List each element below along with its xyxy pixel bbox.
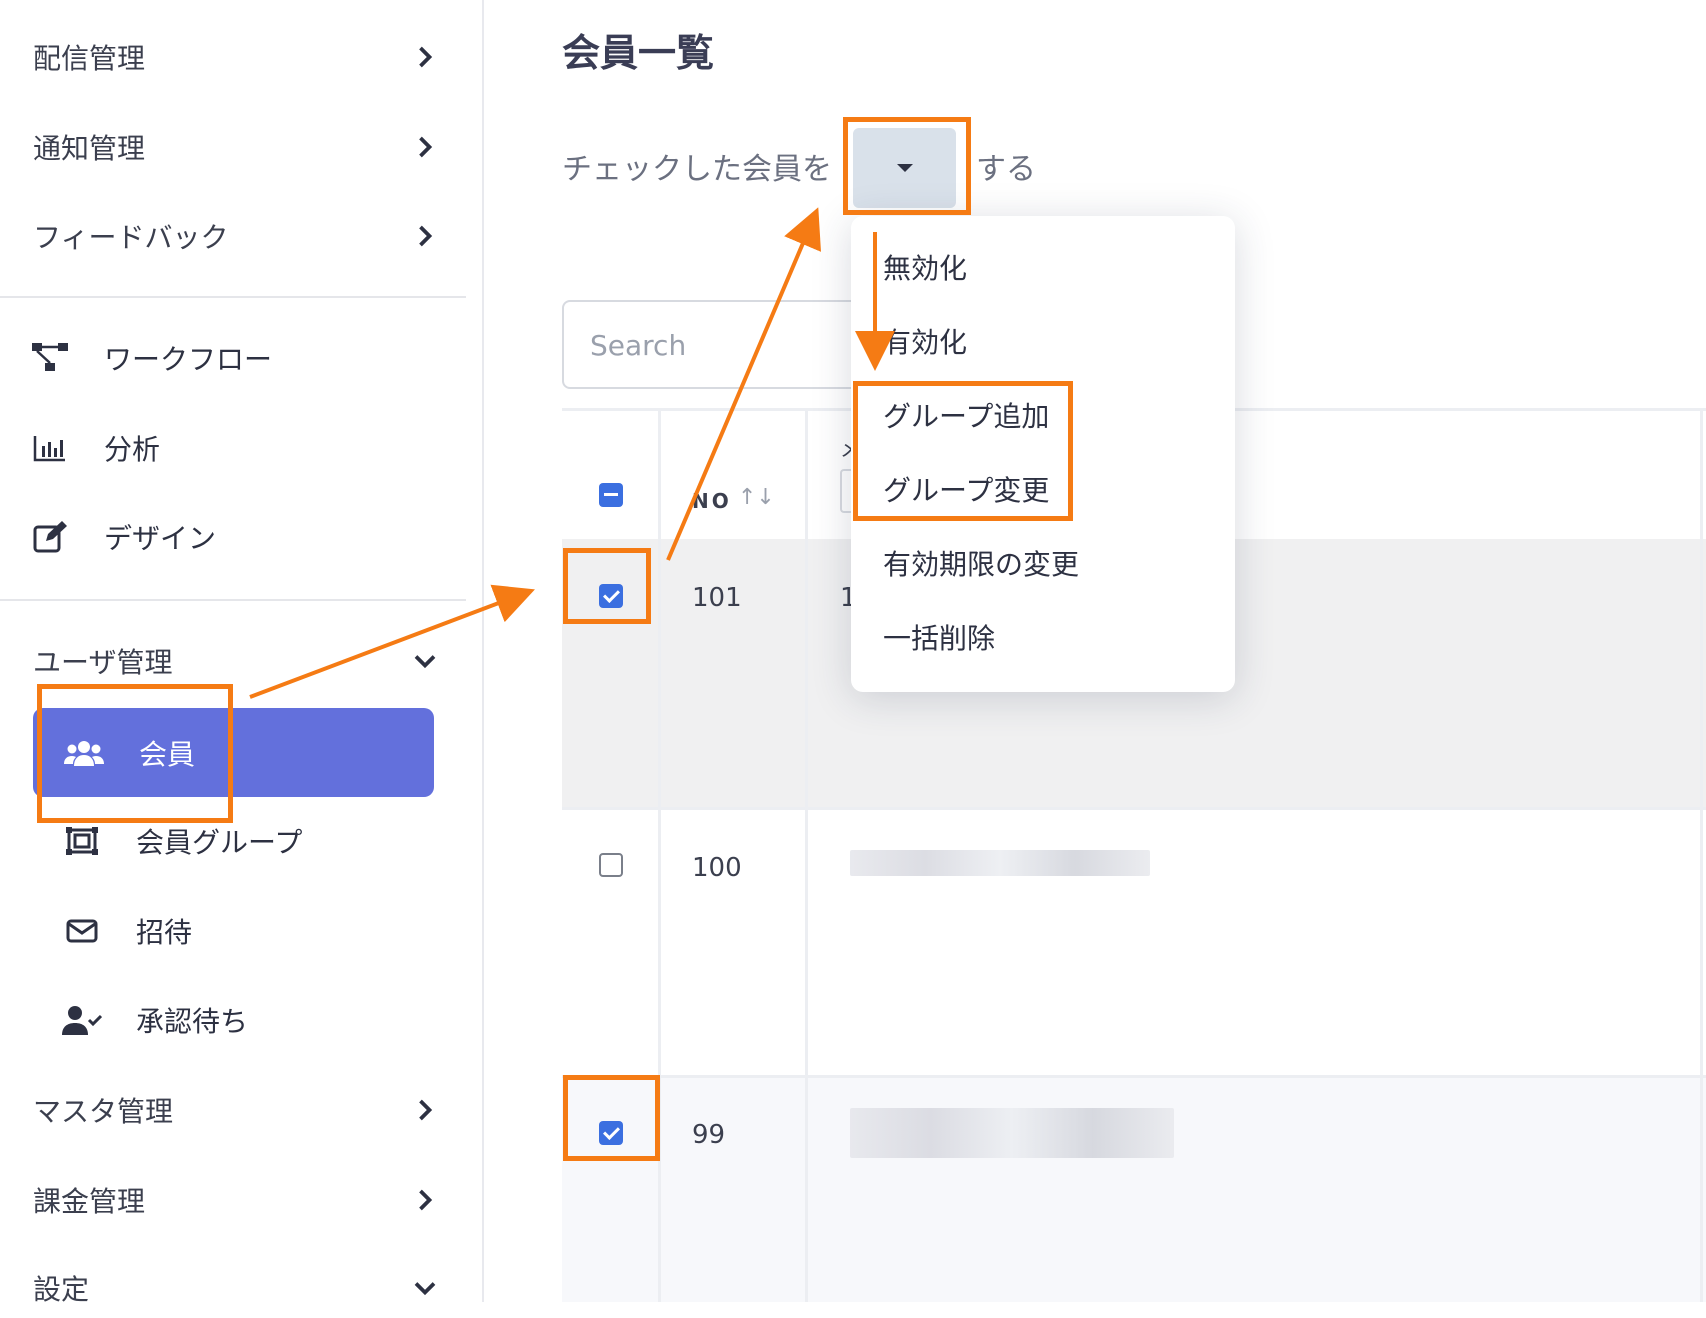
chevron-right-icon	[419, 46, 433, 68]
bulk-action-suffix: する	[976, 152, 1036, 187]
annotation-box-dropdown	[843, 117, 971, 215]
menu-item-disable[interactable]: 無効化	[883, 249, 967, 289]
table-row[interactable]: 99	[562, 1078, 1706, 1302]
sidebar-item-pending-approval[interactable]: 承認待ち	[62, 990, 248, 1050]
sidebar-item-settings[interactable]: 設定	[33, 1258, 443, 1318]
sidebar-item-invite[interactable]: 招待	[62, 901, 192, 961]
divider	[0, 296, 466, 298]
edit-icon	[30, 517, 70, 557]
sidebar-item-master[interactable]: マスタ管理	[33, 1080, 443, 1140]
envelope-icon	[62, 911, 102, 951]
sidebar-item-billing[interactable]: 課金管理	[33, 1170, 443, 1230]
sidebar-item-analytics[interactable]: 分析	[30, 418, 160, 478]
user-check-icon	[62, 1000, 102, 1040]
annotation-box-row-99	[563, 1075, 660, 1161]
sidebar-item-feedback[interactable]: フィードバック	[33, 206, 443, 266]
divider	[0, 599, 466, 601]
sidebar-item-label: 配信管理	[33, 42, 146, 75]
chevron-down-icon	[414, 655, 436, 669]
chevron-right-icon	[419, 225, 433, 247]
column-divider	[658, 408, 661, 1302]
sidebar-item-label: 設定	[33, 1273, 90, 1306]
chevron-right-icon	[419, 136, 433, 158]
sidebar-item-label: ワークフロー	[104, 343, 273, 376]
sidebar-item-label: 招待	[136, 916, 193, 949]
cell-no: 99	[692, 1120, 726, 1150]
column-header-no[interactable]: NO	[692, 489, 732, 513]
sidebar-item-label: デザイン	[104, 522, 217, 555]
group-icon	[62, 821, 102, 861]
chevron-down-icon	[414, 1282, 436, 1296]
sidebar: 配信管理 通知管理 フィードバック ワークフロー 分析 デザイン ユーザ管理 会…	[0, 0, 484, 1306]
sidebar-item-distribution[interactable]: 配信管理	[33, 27, 443, 87]
table-row[interactable]: 100	[562, 810, 1706, 1078]
sidebar-item-label: 会員グループ	[136, 826, 303, 859]
annotation-box-members	[37, 684, 233, 823]
sidebar-item-label: フィードバック	[33, 221, 229, 254]
workflow-icon	[30, 338, 70, 378]
page-title: 会員一覧	[562, 31, 715, 75]
cell-no: 101	[692, 583, 742, 613]
menu-item-change-expiry[interactable]: 有効期限の変更	[883, 545, 1079, 585]
search-input[interactable]	[588, 328, 892, 363]
sidebar-item-label: 分析	[104, 433, 161, 466]
sidebar-section-label: ユーザ管理	[33, 646, 173, 679]
sort-icon[interactable]: ↑↓	[738, 485, 775, 510]
sidebar-item-label: マスタ管理	[33, 1095, 174, 1128]
sidebar-item-design[interactable]: デザイン	[30, 507, 216, 567]
row-checkbox[interactable]	[599, 853, 623, 877]
sidebar-item-notification[interactable]: 通知管理	[33, 117, 443, 177]
sidebar-section-user-management[interactable]: ユーザ管理	[33, 631, 443, 691]
menu-item-enable[interactable]: 有効化	[883, 323, 967, 363]
chart-icon	[30, 428, 70, 468]
sidebar-item-workflow[interactable]: ワークフロー	[30, 328, 272, 388]
redacted-text	[850, 1108, 1174, 1158]
menu-item-bulk-delete[interactable]: 一括削除	[883, 619, 995, 659]
sidebar-item-label: 課金管理	[33, 1185, 146, 1218]
annotation-box-group-items	[853, 381, 1073, 521]
bulk-action-label: チェックした会員を	[562, 152, 832, 187]
column-divider	[805, 408, 808, 1302]
chevron-right-icon	[419, 1189, 433, 1211]
annotation-box-row-101	[563, 548, 651, 624]
chevron-right-icon	[419, 1099, 433, 1121]
select-all-checkbox[interactable]	[599, 483, 623, 507]
sidebar-item-label: 通知管理	[33, 132, 146, 165]
redacted-text	[850, 850, 1150, 876]
cell-no: 100	[692, 853, 742, 883]
sidebar-item-label: 承認待ち	[136, 1005, 249, 1038]
column-divider	[1700, 408, 1703, 1302]
